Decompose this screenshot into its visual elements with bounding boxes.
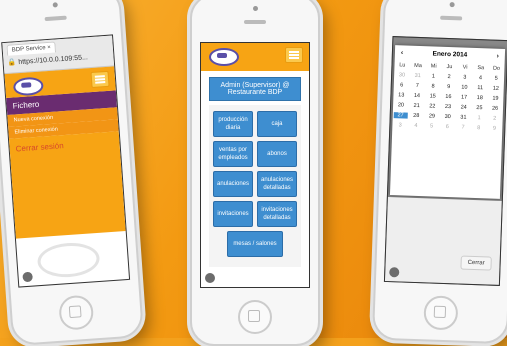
calendar-day[interactable]: 10	[457, 84, 471, 90]
back-icon[interactable]	[205, 273, 215, 283]
tab-title: BDP Service	[11, 45, 46, 54]
screen: Admin (Supervisor) @ Restaurante BDP pro…	[200, 42, 310, 288]
calendar-day[interactable]: 31	[456, 114, 470, 120]
calendar-day[interactable]: 7	[456, 124, 470, 131]
date-picker: ‹ Enero 2014 › Lu Ma Mi Ju Vi Sa Do 30 31…	[389, 45, 506, 199]
invitaciones-detalladas-button[interactable]: invitaciones detalladas	[257, 201, 297, 227]
calendar-day[interactable]: 2	[488, 115, 502, 122]
calendar-day[interactable]: 23	[441, 104, 455, 110]
calendar-day[interactable]: 22	[425, 103, 439, 109]
app-header	[201, 43, 309, 71]
calendar-day[interactable]: 3	[393, 122, 407, 128]
calendar-day[interactable]: 8	[426, 83, 440, 89]
anulaciones-detalladas-button[interactable]: anulaciones detalladas	[257, 171, 297, 197]
calendar-day[interactable]: 8	[472, 125, 486, 131]
screen: BDP Service × 🔒 https://10.0.0.109:55...…	[1, 34, 131, 288]
calendar-day[interactable]: 5	[489, 75, 503, 82]
calendar-day[interactable]: 15	[426, 93, 440, 99]
front-camera	[449, 2, 455, 8]
menu-area: Cerrar sesión	[8, 131, 126, 239]
weekday-label: Do	[492, 65, 501, 72]
calendar-day[interactable]: 30	[441, 114, 455, 120]
calendar-day[interactable]: 30	[395, 72, 409, 78]
menu-button[interactable]	[285, 47, 303, 63]
calendar-day[interactable]: 9	[442, 84, 456, 90]
calendar-day[interactable]: 4	[473, 75, 487, 81]
home-button[interactable]	[423, 295, 459, 331]
ventas-empleados-button[interactable]: ventas por empleados	[213, 141, 253, 167]
report-button-grid: producción diaria caja ventas por emplea…	[209, 105, 301, 267]
produccion-diaria-button[interactable]: producción diaria	[213, 111, 253, 137]
calendar-day[interactable]: 28	[409, 113, 423, 119]
mesas-salones-button[interactable]: mesas / salones	[227, 231, 283, 257]
calendar-day[interactable]: 6	[440, 124, 454, 130]
abonos-button[interactable]: abonos	[257, 141, 297, 167]
calendar-day[interactable]: 18	[473, 95, 487, 101]
calendar-day[interactable]: 6	[395, 82, 409, 88]
calendar-day[interactable]: 1	[426, 73, 440, 79]
calendar-day[interactable]: 27	[393, 112, 408, 119]
lock-icon: 🔒	[7, 59, 17, 67]
weekday-label: Sa	[477, 65, 485, 72]
calendar-day[interactable]: 11	[473, 85, 487, 91]
close-button[interactable]: Cerrar	[460, 255, 492, 271]
calendar-day[interactable]: 2	[442, 74, 456, 80]
calendar-day[interactable]: 31	[411, 73, 425, 79]
logo-watermark	[36, 240, 101, 280]
calendar-day[interactable]: 12	[489, 85, 503, 92]
calendar-day[interactable]: 4	[409, 123, 423, 129]
calendar-day[interactable]: 5	[425, 123, 439, 129]
front-camera	[52, 2, 58, 8]
calendar-day[interactable]: 21	[410, 103, 424, 109]
weekday-label: Lu	[399, 62, 406, 69]
phone-calendar: ‹ Enero 2014 › Lu Ma Mi Ju Vi Sa Do 30 31…	[371, 0, 507, 345]
calendar-day[interactable]: 16	[441, 94, 455, 100]
phone-browser-menu: BDP Service × 🔒 https://10.0.0.109:55...…	[0, 0, 145, 346]
bdp-logo	[209, 48, 239, 66]
home-button[interactable]	[58, 294, 95, 331]
speaker	[44, 15, 67, 22]
calendar-day[interactable]: 9	[487, 125, 501, 132]
invitaciones-button[interactable]: invitaciones	[213, 201, 253, 227]
calendar-day[interactable]: 25	[472, 105, 486, 111]
calendar-day[interactable]: 19	[488, 95, 502, 102]
phone-admin-menu: Admin (Supervisor) @ Restaurante BDP pro…	[190, 0, 320, 346]
calendar-day[interactable]: 1	[472, 115, 486, 121]
page-title: Admin (Supervisor) @ Restaurante BDP	[209, 77, 301, 101]
page-background	[384, 196, 502, 285]
screen: ‹ Enero 2014 › Lu Ma Mi Ju Vi Sa Do 30 31…	[383, 36, 507, 286]
calendar-day[interactable]: 3	[458, 74, 472, 81]
calendar-day[interactable]: 14	[410, 93, 424, 99]
calendar-day[interactable]: 17	[457, 94, 471, 100]
back-icon[interactable]	[22, 271, 33, 283]
url-text: https://10.0.0.109:55...	[18, 54, 89, 67]
home-button[interactable]	[238, 300, 272, 334]
calendar-day[interactable]: 29	[425, 113, 439, 119]
anulaciones-button[interactable]: anulaciones	[213, 171, 253, 197]
calendar-day[interactable]: 26	[488, 105, 502, 112]
logout-link[interactable]: Cerrar sesión	[15, 138, 113, 153]
speaker	[440, 15, 463, 21]
month-label: Enero 2014	[432, 50, 468, 59]
calendar-day[interactable]: 20	[394, 102, 408, 108]
weekday-label: Vi	[462, 64, 468, 71]
calendar-day[interactable]: 7	[410, 83, 424, 89]
front-camera	[253, 6, 258, 11]
prev-month-icon[interactable]: ‹	[401, 49, 403, 56]
weekday-label: Mi	[430, 63, 437, 70]
next-month-icon[interactable]: ›	[497, 53, 499, 60]
calendar-grid: 30 31 1 2 3 4 5 6 7 8 9 10 11 12 13 14 15 16 17 18 19 20 21 22 2…	[392, 70, 504, 134]
caja-button[interactable]: caja	[257, 111, 297, 137]
menu-button[interactable]	[90, 70, 110, 89]
calendar-day[interactable]: 24	[457, 104, 471, 110]
calendar-day[interactable]: 13	[394, 92, 408, 98]
speaker	[244, 20, 266, 24]
weekday-label: Ma	[414, 62, 422, 70]
weekday-label: Ju	[446, 63, 453, 71]
bdp-logo	[12, 76, 44, 97]
